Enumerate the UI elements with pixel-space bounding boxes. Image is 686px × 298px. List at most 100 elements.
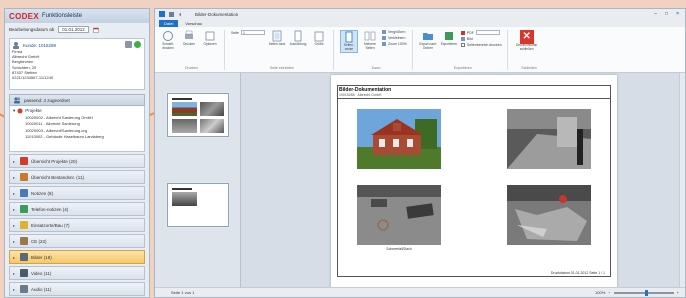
export-folder-button[interactable]: Export nach Ordner — [419, 30, 437, 51]
nav-item[interactable]: ▸ Notizen (8) — [9, 186, 145, 200]
codex-logo: CODEX — [9, 11, 39, 21]
expand-icon[interactable]: ▸ — [13, 191, 17, 196]
projects-icon — [17, 108, 23, 114]
options-icon — [205, 31, 215, 41]
people-icon — [14, 97, 21, 104]
ribbon-group-label: Seite einrichten — [269, 66, 295, 70]
expand-icon[interactable]: ▸ — [13, 175, 17, 180]
print-options-button[interactable]: Optionen — [201, 30, 219, 47]
zoom-slider-handle[interactable] — [645, 289, 648, 296]
page-thumbnail[interactable] — [167, 183, 229, 227]
orientation-button[interactable]: Ausrichtung — [289, 30, 307, 47]
nav-item[interactable]: ▸ Bilder (18) — [9, 250, 145, 264]
calendar-icon[interactable] — [93, 27, 99, 33]
ribbon-group-export: Export nach Ordner Exportieren PDF Bild … — [419, 30, 508, 70]
print-preview-window: Bilder-Dokumentation – □ × Datei Vorscha… — [154, 8, 686, 298]
projects-assigned-button[interactable]: passend: 4 zugeordnet — [9, 94, 145, 106]
zoom-100-button[interactable]: Zoom 100% — [381, 42, 407, 46]
nav-item-label: Audio (11) — [31, 286, 52, 292]
zoom-value: 100% — [595, 290, 606, 295]
photo-caption: Schneefall/Dach — [386, 247, 412, 251]
export-format-select[interactable] — [475, 30, 500, 35]
multi-page-icon — [364, 31, 376, 41]
zoom-options: Vergrößern Verkleinern Zoom 100% — [381, 30, 407, 46]
status-bar: Seite 1 von 1 100% − + — [155, 287, 685, 297]
undo-icon[interactable] — [178, 12, 183, 17]
single-page-label: Seiten-weise — [343, 43, 355, 51]
customer-icon — [13, 42, 19, 49]
nav-item[interactable]: ▸ CE (22) — [9, 234, 145, 248]
zoom-in-icon[interactable]: + — [677, 290, 679, 295]
nav-item-label: CE (22) — [31, 238, 47, 244]
close-preview-button[interactable]: ✕ Druckvorschau schließen — [514, 30, 540, 52]
expand-icon[interactable]: ▸ — [13, 239, 17, 244]
print-button[interactable]: Drucken — [180, 30, 198, 47]
checkbox-icon[interactable] — [460, 43, 465, 47]
expand-icon[interactable]: ▸ — [13, 255, 17, 260]
nav-item[interactable]: ▸ Video (11) — [9, 266, 145, 280]
zoom-out-button[interactable]: Verkleinern — [381, 36, 407, 40]
edit-icon[interactable] — [125, 41, 132, 48]
maximize-button[interactable]: □ — [665, 11, 668, 17]
nav-item-icon — [20, 285, 28, 293]
page-number-input[interactable]: 1 — [240, 30, 265, 35]
page-field-list: Seite 1 — [231, 30, 265, 35]
nav-item[interactable]: ▸ Audio (11) — [9, 282, 145, 296]
nav-item-icon — [20, 189, 28, 197]
single-page-icon — [345, 31, 353, 43]
save-icon[interactable] — [169, 11, 174, 17]
photo-interior — [507, 109, 591, 169]
photo-house — [357, 109, 441, 169]
thumbnail-header — [172, 188, 192, 190]
quick-print-button[interactable]: Schnell-drucken — [159, 30, 177, 51]
collapse-icon[interactable]: ▾ — [13, 108, 15, 115]
quick-print-label: Schnell-drucken — [162, 42, 174, 50]
export-icon — [444, 32, 453, 40]
nav-item[interactable]: ▸ Übersicht Bestandsnr. (11) — [9, 170, 145, 184]
export-pdf-option[interactable]: PDF — [460, 30, 502, 35]
tab-vorschau[interactable]: Vorschau — [180, 20, 207, 27]
size-button[interactable]: Größe — [310, 30, 328, 47]
margins-label: Seiten-rand — [268, 42, 286, 46]
export-button[interactable]: Exportieren — [440, 30, 458, 47]
expand-icon[interactable]: ▸ — [13, 159, 17, 164]
date-filter-input[interactable]: 01.01.2012 — [58, 26, 89, 33]
ribbon-group-label: Schließen — [521, 66, 537, 70]
minimize-button[interactable]: – — [654, 11, 657, 17]
tab-datei[interactable]: Datei — [159, 20, 179, 27]
orientation-label: Ausrichtung — [289, 42, 307, 46]
zoom-in-button[interactable]: Vergrößern — [381, 30, 407, 34]
customer-header: Kunde: 1015288 — [12, 41, 142, 49]
project-tree: ▾ Projekte 10020002 - Albrecht Sanierung… — [9, 106, 145, 152]
page-thumbnail[interactable] — [167, 93, 229, 137]
single-page-button[interactable]: Seiten-weise — [339, 30, 358, 53]
page-size-icon — [314, 31, 324, 42]
tree-item[interactable]: 11010002 - Gebäude Haselbaum Landsberg — [13, 134, 141, 141]
ribbon-group-label: Exportieren — [453, 66, 472, 70]
pdf-icon — [460, 30, 465, 35]
nav-item[interactable]: ▸ Telefon-notizen (4) — [9, 202, 145, 216]
page-divider — [337, 98, 611, 99]
margins-button[interactable]: Seiten-rand — [268, 30, 286, 47]
multi-page-button[interactable]: Mehrere Seiten — [361, 30, 379, 51]
expand-icon[interactable]: ▸ — [13, 287, 17, 292]
zoom-slider[interactable] — [613, 289, 674, 296]
zoom-out-icon[interactable]: − — [608, 290, 610, 295]
thumbnail-header — [172, 98, 192, 100]
title-bar: Bilder-Dokumentation – □ × — [155, 9, 685, 19]
close-window-button[interactable]: × — [676, 11, 679, 17]
export-image-option[interactable]: Bild — [460, 37, 502, 41]
expand-icon[interactable]: ▸ — [13, 207, 17, 212]
orientation-icon — [294, 30, 302, 42]
function-bar: CODEX Funktionsleiste Bearbeitungsdatum … — [4, 8, 150, 298]
nav-item[interactable]: ▸ Übersicht Projekte (20) — [9, 154, 145, 168]
window-title: Bilder-Dokumentation — [195, 11, 239, 17]
online-status-icon[interactable] — [134, 41, 141, 48]
thumbnail-grid — [172, 102, 224, 133]
page-range-checkbox-row[interactable]: Seitenbereich drucken — [460, 43, 502, 47]
expand-icon[interactable]: ▸ — [13, 271, 17, 276]
nav-item[interactable]: ▸ Einsatzorte/Bau (7) — [9, 218, 145, 232]
page-subtitle: 10015288 · Albrecht GmbH — [339, 93, 382, 97]
vertical-scrollbar[interactable] — [679, 73, 685, 287]
expand-icon[interactable]: ▸ — [13, 223, 17, 228]
